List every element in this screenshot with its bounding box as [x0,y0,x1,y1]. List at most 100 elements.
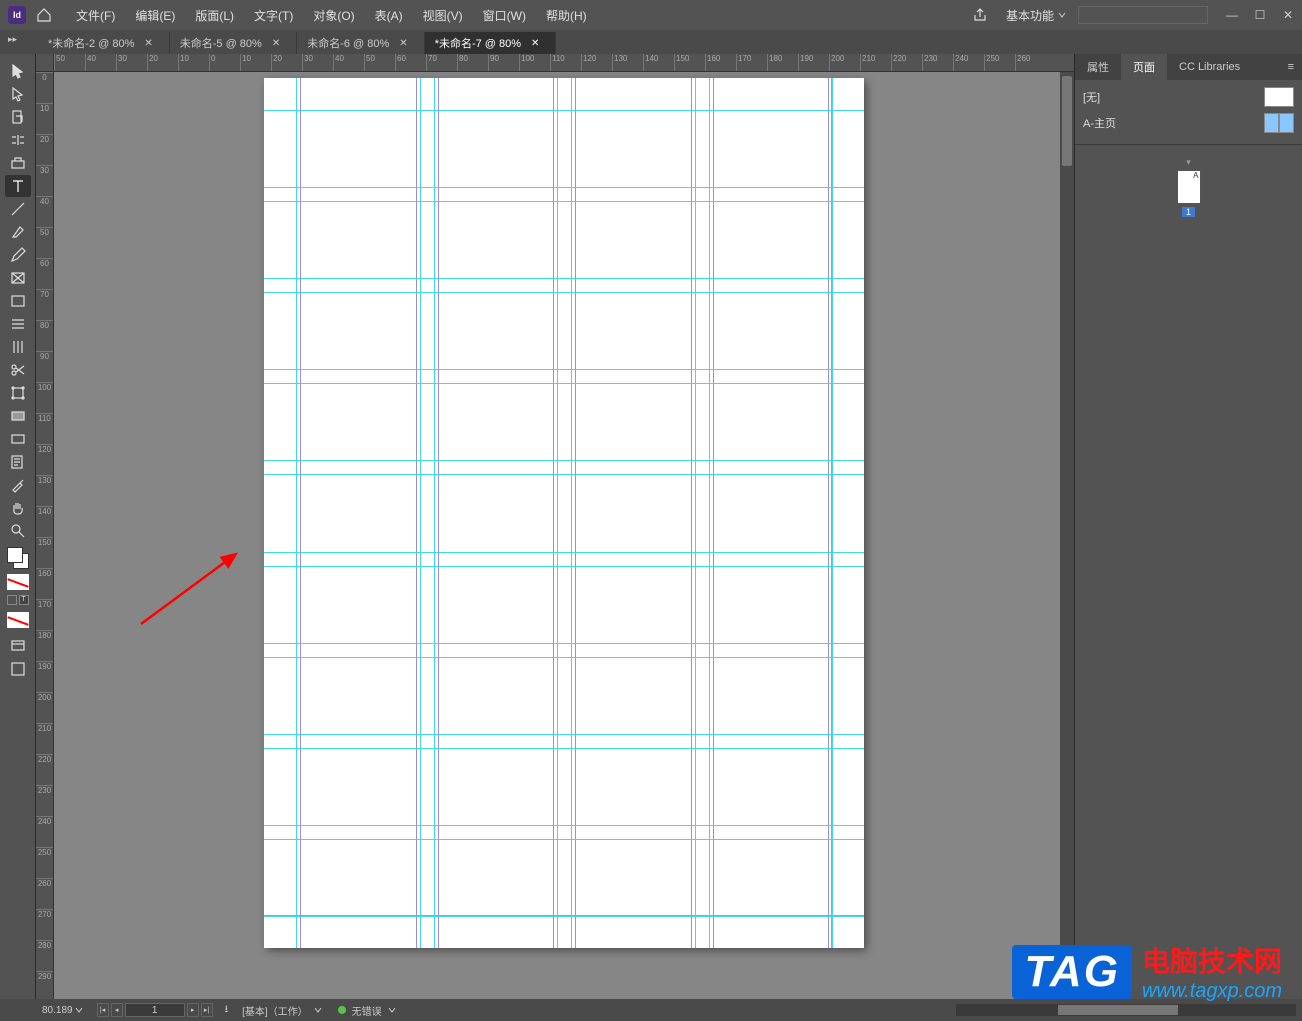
note-tool-icon[interactable] [5,451,31,473]
panel-toggle-left-icon[interactable]: ▸▸ [8,34,17,45]
menu-window[interactable]: 窗口(W) [473,7,536,24]
open-nav-icon[interactable]: ⭳ [225,1002,229,1019]
close-icon[interactable]: ✕ [531,38,539,49]
master-label: [无] [1083,89,1100,105]
canvas-area: 5040302010010203040506070809010011012013… [36,54,1074,999]
master-pages-list: [无] A-主页 [1075,80,1302,140]
chevron-down-icon[interactable] [314,1006,322,1014]
watermark-tag: TAG [1012,945,1132,999]
scrollbar-thumb[interactable] [1062,76,1072,166]
home-icon[interactable] [36,7,52,23]
workspace-switcher[interactable]: 基本功能 [1006,7,1066,24]
watermark-line2: www.tagxp.com [1142,980,1282,1003]
type-tool-icon[interactable] [5,175,31,197]
pen-tool-icon[interactable] [5,221,31,243]
screen-mode-normal-icon[interactable] [5,635,31,657]
grid-cols-tool-icon[interactable] [5,336,31,358]
document-tab[interactable]: *未命名-2 @ 80% ✕ [38,32,170,54]
panel-separator[interactable] [1075,144,1302,145]
document-tabs: ▸▸ *未命名-2 @ 80% ✕ 未命名-5 @ 80%✕ 未命名-6 @ 80… [0,30,1302,54]
minimize-button[interactable]: ― [1218,0,1246,30]
zoom-field[interactable]: 80.189 [42,1005,83,1016]
default-fill-stroke-icon[interactable] [7,612,29,628]
document-tab[interactable]: 未命名-6 @ 80% ✕ [297,32,424,54]
menu-file[interactable]: 文件(F) [66,7,125,24]
gradient-feather-tool-icon[interactable] [5,428,31,450]
menu-view[interactable]: 视图(V) [413,7,473,24]
last-page-button[interactable]: ▸| [201,1003,213,1017]
selection-tool-icon[interactable] [5,60,31,82]
horizontal-ruler[interactable]: 5040302010010203040506070809010011012013… [54,54,1074,72]
watermark-line1: 电脑技术网 [1142,940,1282,980]
gap-tool-icon[interactable] [5,129,31,151]
pencil-tool-icon[interactable] [5,244,31,266]
horizontal-scrollbar[interactable] [956,1004,1296,1016]
apply-container-icon[interactable] [7,595,17,605]
tab-properties[interactable]: 属性 [1075,54,1121,80]
screen-mode-preview-icon[interactable] [5,658,31,680]
tab-pages[interactable]: 页面 [1121,54,1167,80]
tab-label: *未命名-2 @ 80% [48,35,134,51]
direct-selection-tool-icon[interactable] [5,83,31,105]
free-transform-tool-icon[interactable] [5,382,31,404]
preflight-profile[interactable]: [基本]（工作） [242,1003,308,1018]
eyedropper-tool-icon[interactable] [5,474,31,496]
document-page[interactable] [264,78,864,948]
menu-bar: Id 文件(F) 编辑(E) 版面(L) 文字(T) 对象(O) 表(A) 视图… [0,0,1302,30]
close-icon[interactable]: ✕ [144,38,152,49]
menu-type[interactable]: 文字(T) [244,7,303,24]
master-a-row[interactable]: A-主页 [1083,110,1294,136]
scrollbar-thumb[interactable] [1058,1005,1178,1015]
grid-rows-tool-icon[interactable] [5,313,31,335]
menu-object[interactable]: 对象(O) [303,7,364,24]
next-page-button[interactable]: ▸ [187,1003,199,1017]
vertical-scrollbar[interactable] [1060,72,1074,999]
document-pages-list: ▾ A 1 [1075,149,1302,999]
first-page-button[interactable]: |◂ [97,1003,109,1017]
maximize-button[interactable]: ☐ [1246,0,1274,30]
zoom-tool-icon[interactable] [5,520,31,542]
menu-layout[interactable]: 版面(L) [185,7,244,24]
none-indicator-icon[interactable] [7,574,29,590]
pasteboard[interactable] [54,72,1074,999]
watermark: TAG 电脑技术网 www.tagxp.com [1012,940,1282,1003]
page-tool-icon[interactable] [5,106,31,128]
menu-help[interactable]: 帮助(H) [536,7,597,24]
share-icon[interactable] [972,7,988,23]
ruler-corner[interactable] [36,54,54,72]
tab-cc-libraries[interactable]: CC Libraries [1167,54,1252,80]
spread-indicator-icon: ▾ [1186,157,1191,168]
page-master-label: A [1193,171,1198,180]
rectangle-tool-icon[interactable] [5,290,31,312]
menu-edit[interactable]: 编辑(E) [125,7,185,24]
prev-page-button[interactable]: ◂ [111,1003,123,1017]
document-tab[interactable]: 未命名-5 @ 80%✕ [170,32,297,54]
menu-table[interactable]: 表(A) [365,7,413,24]
rectangle-frame-tool-icon[interactable] [5,267,31,289]
apply-text-icon[interactable]: T [19,595,29,605]
close-icon[interactable]: ✕ [399,38,407,49]
close-button[interactable]: ✕ [1274,0,1302,30]
preflight-errors[interactable]: 无错误 [352,1003,382,1018]
chevron-down-icon[interactable] [388,1006,396,1014]
content-collector-tool-icon[interactable] [5,152,31,174]
search-input[interactable] [1078,6,1208,24]
page-field[interactable] [125,1003,185,1017]
vertical-ruler[interactable]: 0102030405060708090100110120130140150160… [36,72,54,999]
preflight-ok-icon [338,1006,346,1014]
hand-tool-icon[interactable] [5,497,31,519]
pages-panel: 属性 页面 CC Libraries ≡ [无] A-主页 ▾ A 1 [1074,54,1302,999]
line-tool-icon[interactable] [5,198,31,220]
tab-label: 未命名-6 @ 80% [307,35,389,51]
page-thumbnail[interactable]: A [1177,170,1201,204]
scissors-tool-icon[interactable] [5,359,31,381]
panel-menu-icon[interactable]: ≡ [1280,54,1302,80]
document-tab[interactable]: *未命名-7 @ 80%✕ [425,32,557,54]
toolbox: T [0,54,36,999]
page-number-label: 1 [1182,207,1195,217]
fill-stroke-swatch[interactable] [7,547,29,569]
master-none-row[interactable]: [无] [1083,84,1294,110]
page-navigator: |◂ ◂ ▸ ▸| [97,1003,213,1017]
gradient-swatch-tool-icon[interactable] [5,405,31,427]
close-icon[interactable]: ✕ [272,38,280,49]
